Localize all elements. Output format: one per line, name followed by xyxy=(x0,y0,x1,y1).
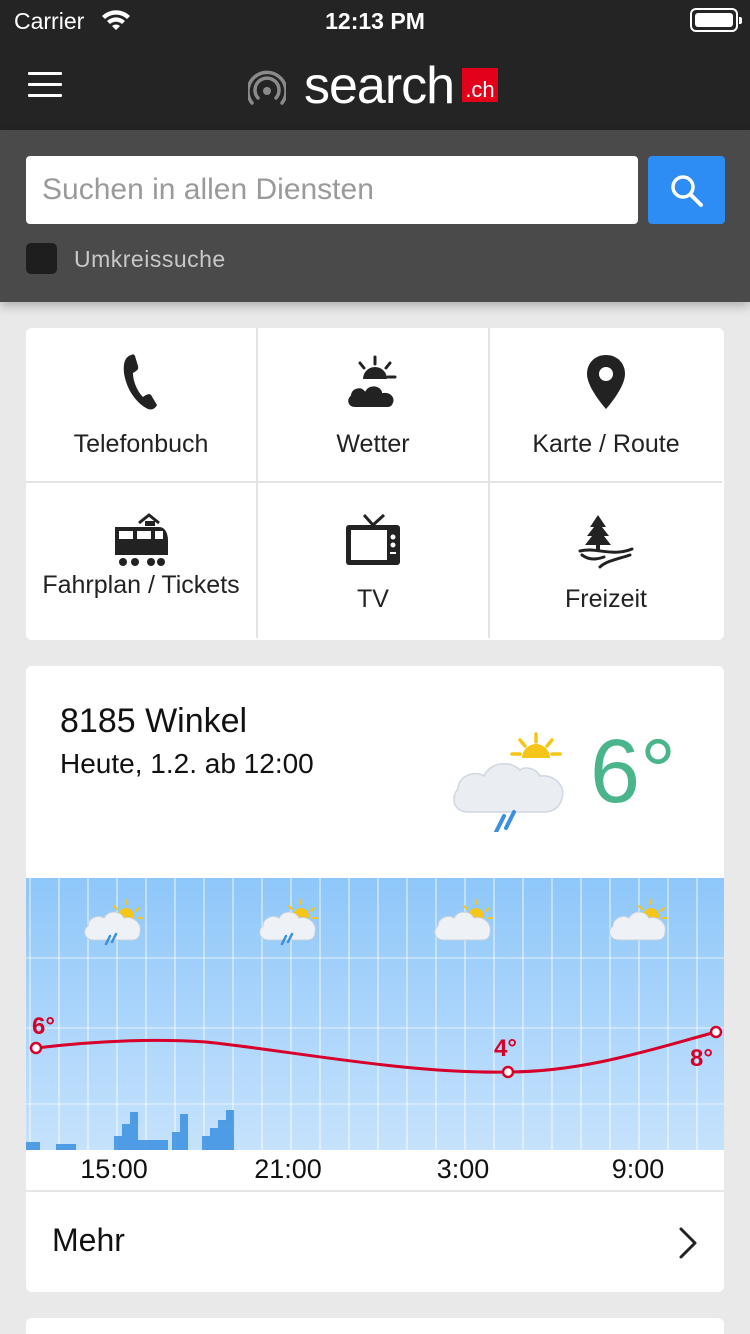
service-label: Fahrplan / Tickets xyxy=(42,571,240,599)
weather-card[interactable]: 8185 Winkel Heute, 1.2. ab 12:00 6° 6° 4… xyxy=(26,666,724,1292)
service-label: Freizeit xyxy=(565,585,647,613)
search-button[interactable] xyxy=(648,156,725,224)
service-tv[interactable]: TV xyxy=(258,483,490,638)
temp-label: 4° xyxy=(494,1035,517,1062)
train-icon xyxy=(115,513,168,566)
search-panel: Umkreissuche xyxy=(0,130,750,302)
service-karte-route[interactable]: Karte / Route xyxy=(490,328,722,483)
current-temperature: 6° xyxy=(590,722,677,822)
tv-icon xyxy=(346,513,400,565)
phone-icon xyxy=(123,354,157,410)
weather-location: 8185 Winkel xyxy=(60,702,248,740)
menu-icon[interactable] xyxy=(28,72,62,102)
temp-label: 6° xyxy=(32,1013,55,1040)
brand-suffix: .ch xyxy=(462,68,498,102)
clock: 12:13 PM xyxy=(325,8,425,34)
partly-cloudy-rain-icon xyxy=(453,732,564,832)
service-freizeit[interactable]: Freizeit xyxy=(490,483,722,638)
more-link[interactable]: Mehr xyxy=(52,1222,125,1259)
weather-icon xyxy=(346,355,397,409)
time-label: 15:00 xyxy=(80,1154,148,1184)
forecast-time-axis: 15:00 21:00 3:00 9:00 xyxy=(26,1150,724,1190)
search-icon xyxy=(671,175,703,207)
brand-word: search xyxy=(304,57,455,115)
app-header: Carrier 12:13 PM search .ch xyxy=(0,0,750,130)
search-input[interactable] xyxy=(26,156,638,224)
weather-date: Heute, 1.2. ab 12:00 xyxy=(60,748,314,779)
services-grid: Telefonbuch Wetter Karte / Route Fahrpla… xyxy=(26,328,724,640)
forecast-chart: 6° 4° 8° xyxy=(26,878,724,1150)
time-label: 3:00 xyxy=(436,1154,490,1184)
radius-search-label[interactable]: Umkreissuche xyxy=(74,246,226,273)
service-label: Wetter xyxy=(336,430,410,458)
leisure-icon xyxy=(578,515,634,569)
battery-icon xyxy=(690,8,742,32)
service-telefonbuch[interactable]: Telefonbuch xyxy=(26,328,258,483)
status-bar: Carrier 12:13 PM xyxy=(0,0,750,42)
service-label: Telefonbuch xyxy=(73,430,209,458)
map-pin-icon xyxy=(587,355,625,409)
time-label: 9:00 xyxy=(611,1154,665,1184)
time-label: 21:00 xyxy=(254,1154,322,1184)
service-label: Karte / Route xyxy=(532,430,680,458)
next-card xyxy=(26,1318,724,1334)
radar-icon xyxy=(248,70,286,105)
service-fahrplan-tickets[interactable]: Fahrplan / Tickets xyxy=(26,483,258,638)
service-wetter[interactable]: Wetter xyxy=(258,328,490,483)
radius-search-checkbox[interactable] xyxy=(26,243,57,274)
chevron-right-icon[interactable] xyxy=(678,1226,698,1260)
service-label: TV xyxy=(357,585,389,613)
divider xyxy=(26,1190,724,1192)
temp-label: 8° xyxy=(690,1045,713,1072)
